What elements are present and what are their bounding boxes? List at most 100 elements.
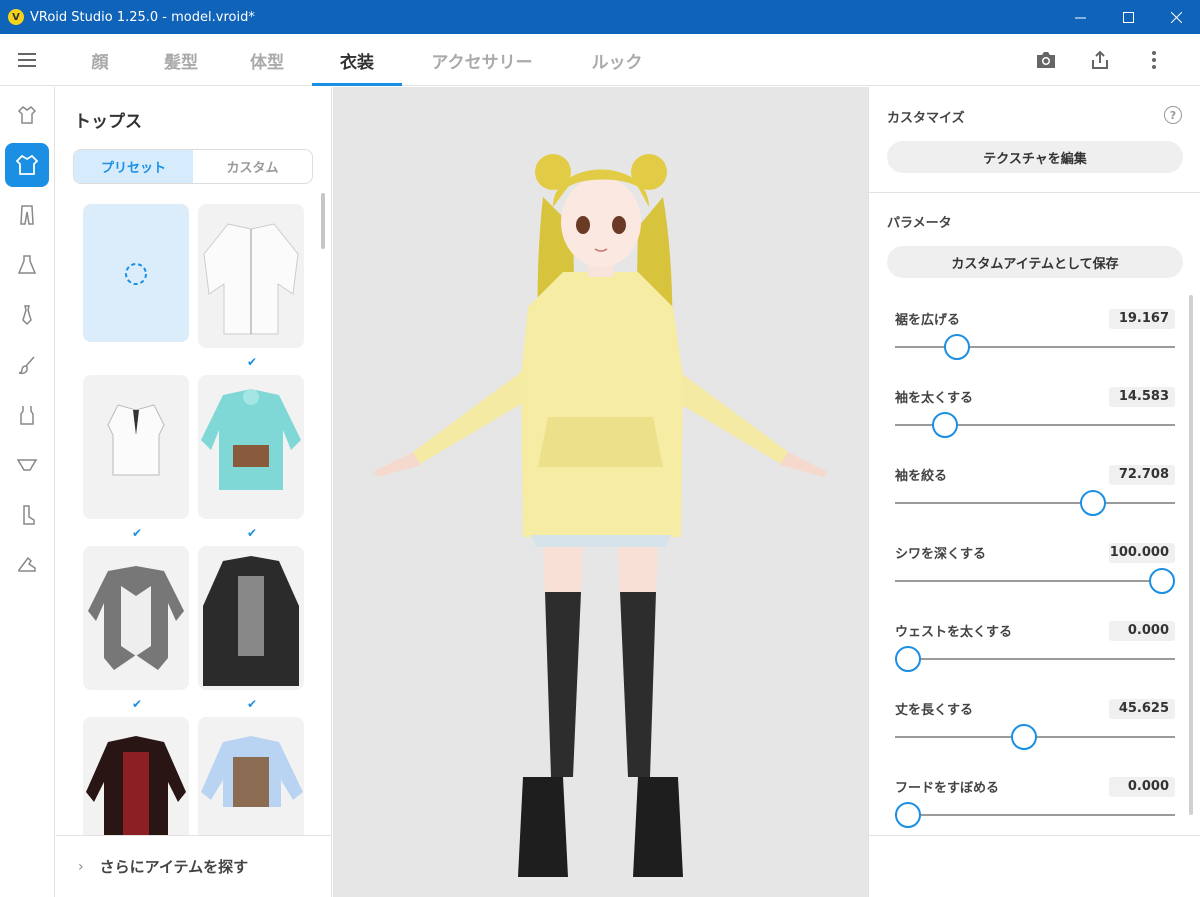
vroid-logo-icon: V bbox=[8, 9, 24, 25]
pants-icon bbox=[20, 205, 34, 225]
maximize-button[interactable] bbox=[1104, 0, 1152, 34]
param-value-input[interactable]: 45.625 bbox=[1109, 699, 1175, 719]
item-none[interactable] bbox=[83, 204, 189, 342]
item-red-military-coat[interactable] bbox=[83, 717, 189, 835]
rail-item-innerwear[interactable] bbox=[5, 393, 49, 437]
help-icon[interactable]: ? bbox=[1164, 106, 1182, 124]
rail-item-onepiece[interactable] bbox=[5, 243, 49, 287]
customize-title: カスタマイズ bbox=[887, 111, 965, 126]
item-gray-vest-coat[interactable] bbox=[83, 546, 189, 690]
param-label: シワを深くする bbox=[895, 547, 987, 562]
find-more-items[interactable]: › さらにアイテムを探す bbox=[56, 835, 332, 897]
param-value-input[interactable]: 19.167 bbox=[1109, 309, 1175, 329]
export-icon bbox=[1092, 50, 1108, 69]
divider bbox=[869, 192, 1200, 193]
checked-icon: ✔ bbox=[131, 697, 143, 711]
slider-thumb[interactable] bbox=[1010, 724, 1037, 750]
param-length: 丈を長くする 45.625 bbox=[895, 685, 1177, 763]
rail-item-socks[interactable] bbox=[5, 493, 49, 537]
brush-icon bbox=[18, 356, 35, 375]
slider-track[interactable] bbox=[895, 658, 1175, 660]
rail-item-tops[interactable] bbox=[5, 143, 49, 187]
slider-track[interactable] bbox=[895, 502, 1175, 504]
camera-button[interactable] bbox=[1030, 44, 1062, 76]
slider-thumb[interactable] bbox=[943, 334, 970, 360]
sock-icon bbox=[23, 505, 35, 525]
slider-thumb[interactable] bbox=[895, 646, 921, 672]
slider-thumb[interactable] bbox=[932, 412, 959, 438]
param-label: 裾を広げる bbox=[895, 313, 961, 328]
blue-blouse-thumbnail bbox=[201, 736, 303, 807]
item-white-zip-jacket[interactable] bbox=[198, 204, 304, 348]
tops-icon bbox=[15, 154, 39, 175]
edit-texture-button[interactable]: テクスチャを編集 bbox=[887, 141, 1183, 173]
param-hem-flare: 裾を広げる 19.167 bbox=[895, 295, 1177, 373]
hamburger-icon-line bbox=[18, 59, 36, 61]
segment-preset[interactable]: プリセット bbox=[74, 150, 193, 183]
tab-face[interactable]: 顔 bbox=[60, 34, 140, 86]
gray-vest-thumbnail bbox=[88, 566, 184, 670]
chevron-right-icon: › bbox=[78, 858, 84, 875]
slider-thumb[interactable] bbox=[895, 802, 921, 828]
rail-item-underwear[interactable] bbox=[5, 443, 49, 487]
parameters-title: パラメータ bbox=[887, 216, 952, 231]
hamburger-icon-line bbox=[18, 53, 36, 55]
save-custom-item-button[interactable]: カスタムアイテムとして保存 bbox=[887, 246, 1183, 278]
param-value-input[interactable]: 0.000 bbox=[1109, 777, 1175, 797]
param-sleeve-width: 袖を太くする 14.583 bbox=[895, 373, 1177, 451]
rail-item-necktie[interactable] bbox=[5, 293, 49, 337]
shoe-icon bbox=[18, 556, 36, 572]
category-rail bbox=[0, 87, 55, 897]
slider-track[interactable] bbox=[895, 814, 1175, 816]
slider-thumb[interactable] bbox=[1149, 568, 1175, 594]
red-coat-thumbnail bbox=[86, 736, 186, 835]
underwear-icon bbox=[16, 459, 38, 471]
none-dashed-circle-icon bbox=[125, 263, 147, 285]
white-jacket-thumbnail bbox=[203, 223, 299, 335]
hamburger-menu-button[interactable] bbox=[18, 48, 46, 72]
tank-top-icon bbox=[20, 406, 34, 425]
slider-track[interactable] bbox=[895, 346, 1175, 348]
rail-item-bottoms[interactable] bbox=[5, 193, 49, 237]
param-value-input[interactable]: 14.583 bbox=[1109, 387, 1175, 407]
rail-item-paint[interactable] bbox=[5, 343, 49, 387]
slider-track[interactable] bbox=[895, 580, 1175, 582]
tab-hairstyle[interactable]: 髪型 bbox=[140, 34, 222, 86]
segment-custom[interactable]: カスタム bbox=[193, 150, 312, 183]
slider-thumb[interactable] bbox=[1079, 490, 1106, 516]
category-tabs: 顔 髪型 体型 衣装 アクセサリー ルック bbox=[60, 34, 672, 86]
checked-icon: ✔ bbox=[246, 697, 258, 711]
checked-icon: ✔ bbox=[246, 355, 258, 369]
export-button[interactable] bbox=[1084, 44, 1116, 76]
tie-icon bbox=[22, 305, 32, 326]
hamburger-icon-line bbox=[18, 65, 36, 67]
window-title: VRoid Studio 1.25.0 - model.vroid* bbox=[30, 9, 255, 25]
close-button[interactable] bbox=[1152, 0, 1200, 34]
rail-item-shirt[interactable] bbox=[5, 93, 49, 137]
item-cyan-hoodie[interactable] bbox=[198, 375, 304, 519]
param-label: 袖を太くする bbox=[895, 391, 974, 406]
item-white-blouse[interactable] bbox=[83, 375, 189, 519]
close-icon bbox=[1170, 11, 1182, 23]
tab-body[interactable]: 体型 bbox=[222, 34, 312, 86]
minimize-button[interactable] bbox=[1056, 0, 1104, 34]
rail-item-shoes[interactable] bbox=[5, 543, 49, 587]
more-options-button[interactable] bbox=[1138, 44, 1170, 76]
param-wrinkle-depth: シワを深くする 100.000 bbox=[895, 529, 1177, 607]
tab-accessory[interactable]: アクセサリー bbox=[402, 34, 562, 86]
find-more-label: さらにアイテムを探す bbox=[99, 858, 249, 876]
param-value-input[interactable]: 72.708 bbox=[1109, 465, 1175, 485]
param-value-input[interactable]: 0.000 bbox=[1109, 621, 1175, 641]
more-vertical-icon bbox=[1152, 51, 1156, 69]
3d-viewport[interactable] bbox=[333, 87, 868, 897]
divider bbox=[869, 835, 1200, 836]
item-blue-corset-blouse[interactable] bbox=[198, 717, 304, 835]
item-black-long-coat[interactable] bbox=[198, 546, 304, 690]
param-value-input[interactable]: 100.000 bbox=[1109, 543, 1175, 563]
tab-outfit[interactable]: 衣装 bbox=[312, 34, 402, 86]
param-label: 丈を長くする bbox=[895, 703, 974, 718]
tab-look[interactable]: ルック bbox=[562, 34, 672, 86]
checked-icon: ✔ bbox=[131, 526, 143, 540]
parameter-scrollbar[interactable] bbox=[1189, 295, 1193, 815]
camera-icon bbox=[1037, 52, 1055, 68]
